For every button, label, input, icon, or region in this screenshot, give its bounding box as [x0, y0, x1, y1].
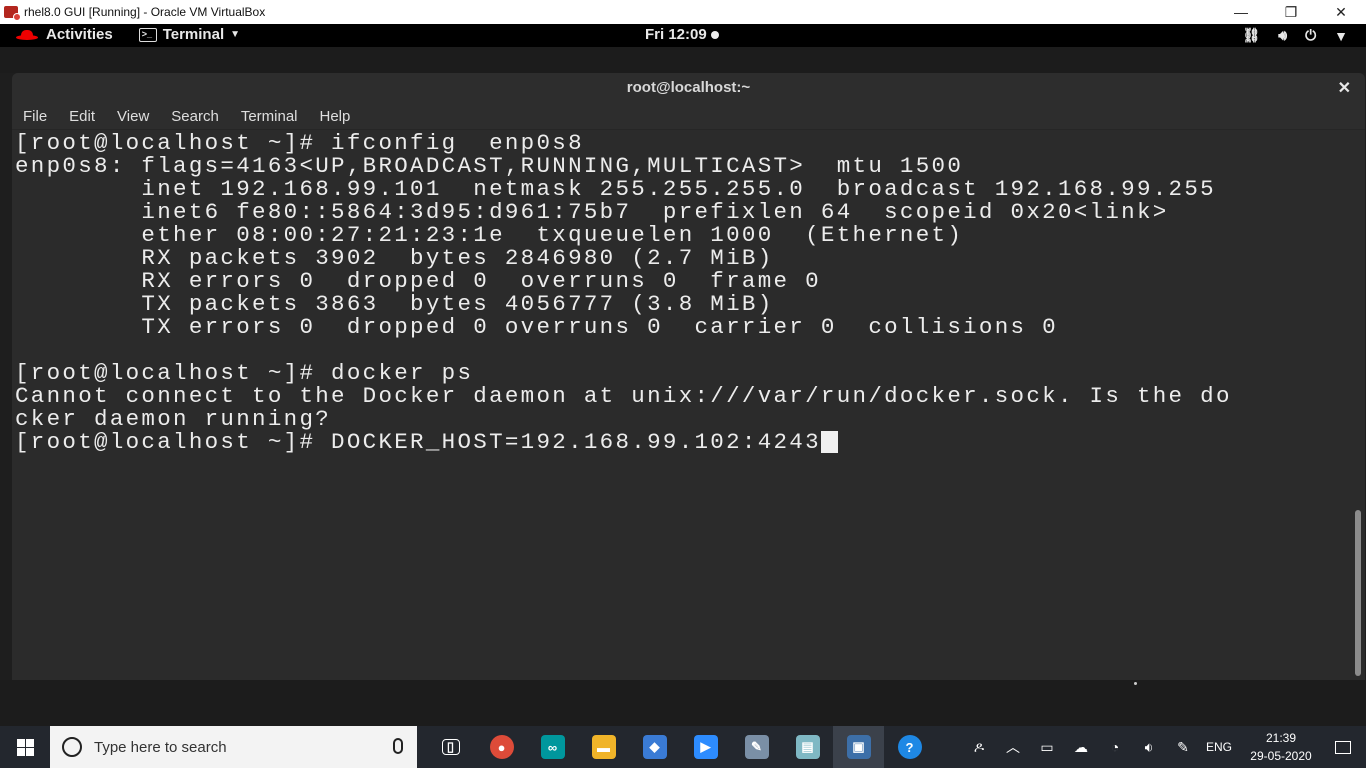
taskbar-app-paint[interactable]: ✎ — [731, 726, 782, 768]
onedrive-icon[interactable]: ☁ — [1064, 739, 1098, 756]
zoom-icon: ▶ — [693, 735, 718, 759]
restore-button[interactable]: ❐ — [1266, 0, 1316, 24]
terminal-line: ether 08:00:27:21:23:1e txqueuelen 1000 … — [15, 222, 964, 248]
system-tray: ዶ ︿ ▭ ☁ ◔ 🔉︎ ✎ ENG 21:39 29-05-2020 — [962, 726, 1366, 768]
arduino-icon: ∞ — [540, 735, 565, 759]
taskbar-clock[interactable]: 21:39 29-05-2020 — [1242, 729, 1320, 765]
taskbar-date: 29-05-2020 — [1250, 749, 1312, 763]
system-menu-chevron-icon[interactable]: ▼ — [1334, 28, 1348, 44]
window-title: rhel8.0 GUI [Running] - Oracle VM Virtua… — [24, 5, 266, 19]
text-cursor — [820, 431, 838, 453]
menu-search[interactable]: Search — [171, 108, 219, 125]
terminal-line: RX errors 0 dropped 0 overruns 0 frame 0 — [15, 268, 821, 294]
menu-edit[interactable]: Edit — [69, 108, 95, 125]
terminal-output[interactable]: [root@localhost ~]# ifconfig enp0s8 enp0… — [12, 130, 1352, 680]
taskbar-app-chrome[interactable]: ● — [476, 726, 527, 768]
terminal-line: RX packets 3902 bytes 2846980 (2.7 MiB) — [15, 245, 774, 271]
close-window-button[interactable]: ✕ — [1316, 0, 1366, 24]
terminal-icon: >_ — [138, 27, 157, 42]
virtualbox-titlebar: rhel8.0 GUI [Running] - Oracle VM Virtua… — [0, 0, 1366, 24]
menu-view[interactable]: View — [117, 108, 149, 125]
redhat-logo-icon — [16, 29, 38, 41]
start-button[interactable] — [0, 726, 50, 768]
help-icon: ? — [897, 735, 922, 759]
taskbar-app-virtualbox[interactable]: ▣ — [833, 726, 884, 768]
chevron-down-icon: ▼ — [230, 29, 241, 40]
taskbar-time: 21:39 — [1265, 731, 1297, 745]
taskbar-app-arduino[interactable]: ∞ — [527, 726, 578, 768]
wifi-icon[interactable]: ◔ — [1098, 739, 1132, 755]
windows-taskbar: Type here to search ▯ ● ∞ ▬ ◆ ▶ ✎ ▤ ▣? ዶ ︿ ▭ ☁ ◔… — [0, 726, 1366, 768]
close-terminal-button[interactable]: ✕ — [1338, 78, 1351, 98]
chrome-icon: ● — [489, 735, 514, 759]
terminal-line: TX packets 3863 bytes 4056777 (3.8 MiB) — [15, 291, 774, 317]
taskbar-search-box[interactable]: Type here to search — [50, 726, 417, 768]
gnome-top-bar: Activities >_ Terminal ▼ Fri 12:09 ⛓ 🔊︎ … — [0, 24, 1366, 47]
pen-icon[interactable]: ✎ — [1166, 739, 1200, 756]
taskbar-app-file-explorer[interactable]: ▬ — [578, 726, 629, 768]
notes-icon: ▤ — [795, 735, 820, 759]
task-view-icon: ▯ — [441, 739, 460, 755]
terminal-app-menu[interactable]: >_ Terminal ▼ — [138, 26, 241, 43]
terminal-line: inet 192.168.99.101 netmask 255.255.255.… — [15, 176, 1216, 202]
app-blue-icon: ◆ — [642, 735, 667, 759]
taskbar-app-task-view[interactable]: ▯ — [425, 726, 476, 768]
taskbar-app-notes[interactable]: ▤ — [782, 726, 833, 768]
terminal-title: root@localhost:~ — [626, 79, 751, 96]
scrollbar-thumb[interactable] — [1355, 510, 1361, 676]
terminal-menubar: File Edit View Search Terminal Help — [12, 103, 1365, 130]
taskbar-app-zoom[interactable]: ▶ — [680, 726, 731, 768]
terminal-window: root@localhost:~ ✕ File Edit View Search… — [12, 73, 1365, 680]
show-hidden-icons-chevron-icon[interactable]: ︿ — [996, 737, 1030, 757]
mouse-pointer-dot — [1134, 682, 1137, 685]
taskbar-app-help[interactable]: ? — [884, 726, 935, 768]
menu-help[interactable]: Help — [320, 108, 351, 125]
desktop-background — [0, 47, 1366, 73]
taskbar-apps: ▯ ● ∞ ▬ ◆ ▶ ✎ ▤ ▣? — [425, 726, 935, 768]
desktop-background-lower — [0, 680, 1366, 726]
language-indicator[interactable]: ENG — [1206, 740, 1232, 754]
clock-menu[interactable]: Fri 12:09 — [645, 26, 719, 43]
power-icon[interactable]: ⏻ — [1305, 27, 1316, 44]
windows-logo-icon — [16, 738, 34, 756]
app-menu-label: Terminal — [162, 26, 225, 43]
battery-icon[interactable]: ▭ — [1030, 739, 1064, 756]
terminal-line: cker daemon running? — [15, 406, 332, 432]
microphone-icon[interactable] — [393, 738, 403, 754]
people-icon[interactable]: ዶ — [962, 739, 996, 756]
terminal-headerbar: root@localhost:~ ✕ — [12, 73, 1365, 103]
notification-dot-icon — [710, 31, 719, 40]
virtualbox-app-icon — [4, 4, 21, 21]
terminal-line: inet6 fe80::5864:3d95:d961:75b7 prefixle… — [15, 199, 1169, 225]
terminal-line: enp0s8: flags=4163<UP,BROADCAST,RUNNING,… — [15, 153, 964, 179]
virtualbox-icon: ▣ — [846, 735, 871, 759]
terminal-line: [root@localhost ~]# docker ps — [15, 360, 474, 386]
minimize-button[interactable]: — — [1216, 0, 1266, 24]
activities-button[interactable]: Activities — [46, 26, 113, 43]
menu-file[interactable]: File — [23, 108, 47, 125]
speaker-icon[interactable]: 🔉︎ — [1132, 739, 1166, 756]
terminal-scrollbar[interactable] — [1353, 130, 1363, 680]
network-icon[interactable]: ⛓ — [1242, 27, 1260, 44]
terminal-line: [root@localhost ~]# ifconfig enp0s8 — [15, 130, 584, 156]
taskbar-app-app-blue[interactable]: ◆ — [629, 726, 680, 768]
clock-label: Fri 12:09 — [645, 26, 707, 43]
notifications-icon — [1335, 740, 1351, 754]
volume-icon[interactable]: 🔊︎ — [1278, 27, 1287, 44]
current-command: [root@localhost ~]# DOCKER_HOST=192.168.… — [15, 429, 821, 455]
cortana-icon — [62, 737, 82, 757]
terminal-line: Cannot connect to the Docker daemon at u… — [15, 383, 1232, 409]
file-explorer-icon: ▬ — [591, 735, 616, 759]
paint-icon: ✎ — [744, 735, 769, 759]
search-placeholder: Type here to search — [94, 738, 227, 756]
terminal-line: TX errors 0 dropped 0 overruns 0 carrier… — [15, 314, 1058, 340]
terminal-prompt-line[interactable]: [root@localhost ~]# DOCKER_HOST=192.168.… — [15, 431, 1352, 454]
menu-terminal[interactable]: Terminal — [241, 108, 298, 125]
action-center-button[interactable] — [1320, 726, 1366, 768]
